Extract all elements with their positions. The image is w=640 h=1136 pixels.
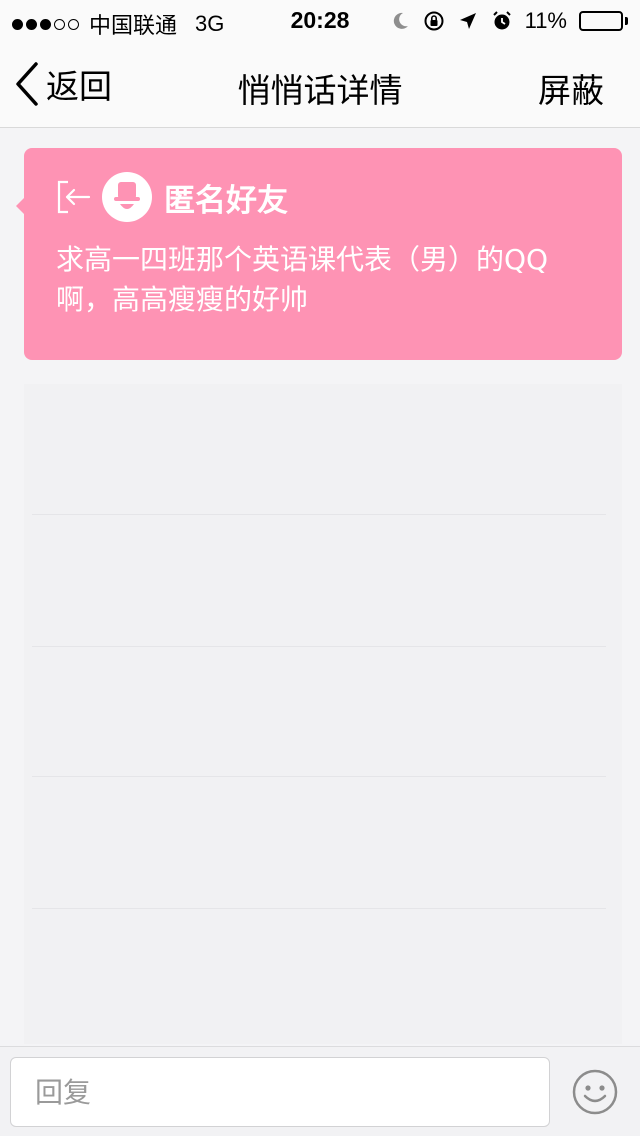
- block-button[interactable]: 屏蔽: [538, 64, 604, 112]
- exit-arrow-icon: [57, 180, 91, 214]
- card-header: 匿名好友: [56, 172, 288, 222]
- reply-list: [24, 384, 622, 1044]
- moon-icon: [393, 12, 408, 29]
- status-right: 11%: [389, 8, 628, 34]
- battery-icon: [579, 11, 628, 31]
- alarm-icon: [492, 11, 511, 30]
- battery-percent: 11%: [524, 8, 567, 33]
- card-notch: [16, 198, 24, 214]
- nav-bar: 返回 悄悄话详情 屏蔽: [0, 40, 640, 128]
- anonymous-avatar-icon: [102, 172, 152, 222]
- emoji-icon[interactable]: [570, 1067, 620, 1117]
- list-divider: [32, 908, 606, 909]
- list-divider: [32, 646, 606, 647]
- rotation-lock-icon: [424, 11, 444, 31]
- status-bar: 中国联通 3G 20:28 11%: [0, 0, 640, 40]
- reply-input[interactable]: [10, 1057, 550, 1127]
- reply-bar: [0, 1046, 640, 1136]
- sender-name: 匿名好友: [164, 182, 288, 219]
- location-arrow-icon: [459, 13, 476, 29]
- message-text: 求高一四班那个英语课代表（男）的QQ啊，高高瘦瘦的好帅: [56, 243, 549, 316]
- list-divider: [32, 776, 606, 777]
- list-divider: [32, 514, 606, 515]
- whisper-card: 匿名好友 求高一四班那个英语课代表（男）的QQ啊，高高瘦瘦的好帅: [16, 148, 622, 360]
